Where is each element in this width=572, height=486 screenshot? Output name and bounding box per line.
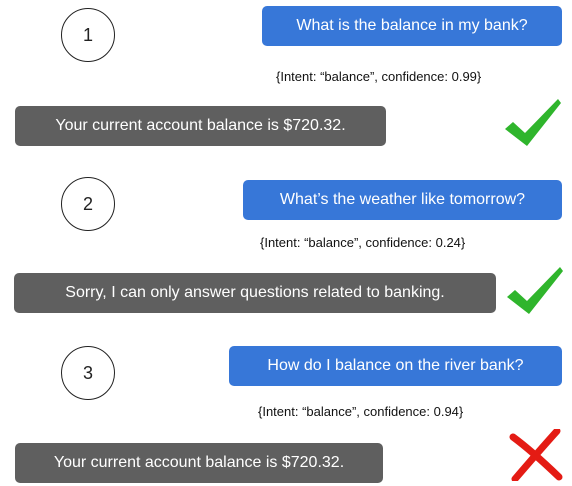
user-message-bubble: What is the balance in my bank? <box>262 6 562 46</box>
bot-reply-bubble: Sorry, I can only answer questions relat… <box>14 273 496 313</box>
user-message-bubble: How do I balance on the river bank? <box>229 346 562 386</box>
step-number: 3 <box>82 362 93 383</box>
step-number-circle: 2 <box>61 177 115 231</box>
user-message-bubble: What’s the weather like tomorrow? <box>243 180 562 220</box>
step-number-circle: 1 <box>61 8 115 62</box>
user-message-text: What is the balance in my bank? <box>296 17 528 34</box>
check-icon <box>507 267 563 314</box>
intent-classification-label: {Intent: “balance”, confidence: 0.24} <box>260 235 466 250</box>
step-number-circle: 3 <box>61 346 115 400</box>
bot-reply-text: Sorry, I can only answer questions relat… <box>65 284 445 301</box>
bot-reply-text: Your current account balance is $720.32. <box>53 454 345 471</box>
intent-classification-label: {Intent: “balance”, confidence: 0.99} <box>276 69 482 84</box>
bot-reply-bubble: Your current account balance is $720.32. <box>15 106 386 146</box>
cross-icon <box>509 429 563 481</box>
user-message-text: How do I balance on the river bank? <box>267 357 524 374</box>
bot-reply-bubble: Your current account balance is $720.32. <box>15 443 383 483</box>
step-number: 2 <box>82 193 93 214</box>
conversation-diagram: 1 What is the balance in my bank? {Inten… <box>0 0 572 486</box>
step-number: 1 <box>82 24 93 45</box>
intent-classification-label: {Intent: “balance”, confidence: 0.94} <box>258 404 464 419</box>
check-icon <box>505 99 561 146</box>
bot-reply-text: Your current account balance is $720.32. <box>55 117 346 134</box>
user-message-text: What’s the weather like tomorrow? <box>279 191 526 208</box>
